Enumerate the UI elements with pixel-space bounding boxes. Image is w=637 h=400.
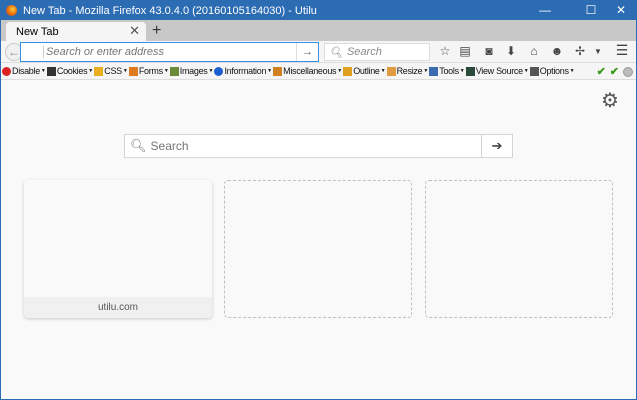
options-icon: [529, 66, 539, 76]
toolbar-menu-miscellaneous[interactable]: Miscellaneous ▼: [273, 66, 342, 76]
caret-down-icon: ▼: [523, 68, 529, 74]
toolbar-menu-label: Information: [224, 66, 267, 76]
caret-down-icon: ▼: [459, 68, 465, 74]
url-bar[interactable]: →: [20, 42, 319, 62]
toolbar-menu-view-source[interactable]: View Source ▼: [465, 66, 529, 76]
caret-down-icon: ▼: [337, 68, 343, 74]
caret-down-icon: ▼: [88, 68, 94, 74]
search-icon: 🔍︎: [130, 138, 147, 153]
toolbar-menu-cookies[interactable]: Cookies ▼: [46, 66, 94, 76]
caret-down-icon: ▼: [122, 68, 128, 74]
toolbar-menu-disable[interactable]: Disable ▼: [2, 66, 46, 76]
pocket-icon[interactable]: ◙: [481, 44, 497, 58]
tile-label: utilu.com: [24, 297, 212, 318]
site-tile[interactable]: utilu.com: [24, 180, 212, 318]
go-arrow-icon[interactable]: →: [296, 43, 318, 61]
toolbar-menu-resize[interactable]: Resize ▼: [386, 66, 429, 76]
caret-down-icon: ▼: [423, 68, 429, 74]
toolbar-menu-forms[interactable]: Forms ▼: [128, 66, 169, 76]
toolbar-menu-css[interactable]: CSS ▼: [94, 66, 128, 76]
search-bar[interactable]: 🔍︎ Search: [324, 43, 430, 61]
toolbar-menu-label: Forms: [138, 66, 163, 76]
toolbar-menu-label: Resize: [396, 66, 423, 76]
toolbar-menu-label: Tools: [439, 66, 459, 76]
disable-icon: [2, 66, 11, 76]
resize-icon: [386, 66, 396, 76]
search-icon: 🔍︎: [329, 46, 343, 59]
maximize-button[interactable]: ☐: [577, 1, 605, 20]
toolbar-menu-label: Disable: [12, 66, 40, 76]
css-valid-check-icon[interactable]: ✔: [597, 65, 606, 78]
toolbar-menu-label: Options: [539, 66, 569, 76]
empty-tile: [224, 180, 412, 318]
newtab-search-input[interactable]: [150, 139, 481, 153]
toolbar-menu-options[interactable]: Options ▼: [529, 66, 575, 76]
web-developer-toolbar: Disable ▼ Cookies ▼ CSS ▼ Forms ▼ Images ▼ Informa…: [1, 63, 636, 80]
miscellaneous-icon: [273, 66, 283, 76]
caret-down-icon: ▼: [267, 68, 273, 74]
toolbar-menu-label: Outline: [353, 66, 380, 76]
toolbar-menu-label: CSS: [104, 66, 122, 76]
menu-icon[interactable]: ☰: [614, 42, 630, 59]
search-go-button[interactable]: ➔: [481, 135, 512, 157]
window-title: New Tab - Mozilla Firefox 43.0.4.0 (2016…: [23, 4, 317, 17]
gear-icon[interactable]: ⚙: [601, 88, 619, 113]
toolbar-menu-label: Images: [179, 66, 208, 76]
forms-icon: [128, 66, 138, 76]
toolbar-menu-label: Miscellaneous: [283, 66, 337, 76]
toolbar-menu-label: Cookies: [56, 66, 88, 76]
download-icon[interactable]: ⬇: [503, 44, 519, 58]
title-bar: New Tab - Mozilla Firefox 43.0.4.0 (2016…: [1, 1, 636, 20]
url-input[interactable]: [43, 46, 293, 58]
reading-list-icon[interactable]: ▤: [457, 44, 473, 58]
toolbar-status: ✔ ✔: [597, 65, 633, 78]
js-valid-check-icon[interactable]: ✔: [610, 65, 619, 78]
newtab-search[interactable]: 🔍︎ ➔: [124, 134, 513, 158]
render-mode-icon[interactable]: [623, 66, 633, 77]
tab-label: New Tab: [16, 25, 59, 38]
tab-close-icon[interactable]: ✕: [129, 23, 140, 39]
browser-window: New Tab - Mozilla Firefox 43.0.4.0 (2016…: [0, 0, 637, 400]
tools-icon: [429, 66, 439, 76]
overflow-icon[interactable]: ▼: [590, 47, 606, 56]
extension-icon[interactable]: ✢: [572, 44, 588, 58]
css-icon: [94, 66, 104, 76]
home-icon[interactable]: ⌂: [526, 44, 542, 58]
view-source-icon: [465, 66, 475, 76]
close-button[interactable]: ✕: [607, 1, 635, 20]
hello-icon[interactable]: ☻: [549, 44, 565, 58]
toolbar-menu-outline[interactable]: Outline ▼: [343, 66, 386, 76]
minimize-button[interactable]: —: [531, 1, 559, 20]
navigation-bar: ← → 🔍︎ Search ☆ ▤ ◙ ⬇ ⌂ ☻ ✢ ▼ ☰: [1, 41, 636, 63]
images-icon: [169, 66, 179, 76]
cookies-icon: [46, 66, 56, 76]
caret-down-icon: ▼: [208, 68, 214, 74]
tab-new-tab[interactable]: New Tab ✕: [6, 22, 146, 41]
caret-down-icon: ▼: [40, 68, 46, 74]
new-tab-button[interactable]: +: [152, 20, 161, 41]
outline-icon: [343, 66, 353, 76]
empty-tile: [425, 180, 613, 318]
caret-down-icon: ▼: [163, 68, 169, 74]
search-placeholder: Search: [346, 46, 382, 58]
firefox-logo-icon: [6, 5, 17, 16]
toolbar-menu-information[interactable]: Information ▼: [214, 66, 272, 76]
toolbar-menu-images[interactable]: Images ▼: [169, 66, 214, 76]
toolbar-menu-label: View Source: [475, 66, 523, 76]
new-tab-page: ⚙ 🔍︎ ➔ utilu.com: [1, 80, 636, 399]
information-icon: [214, 66, 224, 76]
star-icon[interactable]: ☆: [437, 44, 453, 58]
toolbar-menu-tools[interactable]: Tools ▼: [429, 66, 465, 76]
caret-down-icon: ▼: [380, 68, 386, 74]
tab-strip: New Tab ✕ +: [1, 20, 636, 41]
caret-down-icon: ▼: [569, 68, 575, 74]
